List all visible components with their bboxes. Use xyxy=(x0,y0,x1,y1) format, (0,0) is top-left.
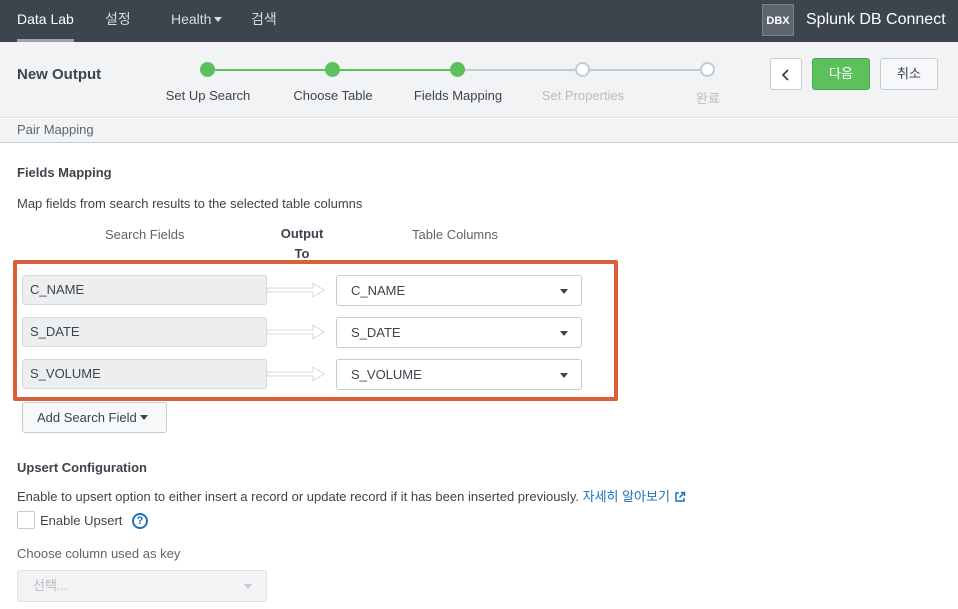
add-search-field-label: Add Search Field xyxy=(37,410,137,425)
column-header-output-to: Output To xyxy=(280,226,324,261)
back-button[interactable] xyxy=(770,58,802,90)
chevron-down-icon xyxy=(139,415,148,421)
next-button[interactable]: 다음 xyxy=(812,58,870,90)
key-column-placeholder: 선택... xyxy=(33,578,68,593)
nav-data-lab[interactable]: Data Lab xyxy=(17,0,74,42)
step-connector xyxy=(333,69,458,71)
step-label-complete: 완료 xyxy=(696,91,720,106)
step-dot-set-properties xyxy=(575,62,590,77)
enable-upsert-label: Enable Upsert xyxy=(40,513,123,528)
step-label-fields-mapping: Fields Mapping xyxy=(413,88,503,103)
fields-mapping-title: Fields Mapping xyxy=(17,165,112,180)
external-link-icon xyxy=(675,491,686,502)
step-connector xyxy=(583,69,708,71)
nav-search[interactable]: 검색 xyxy=(251,0,277,42)
add-search-field-button[interactable]: Add Search Field xyxy=(22,402,167,433)
key-column-label: Choose column used as key xyxy=(17,546,181,561)
cancel-button[interactable]: 취소 xyxy=(880,58,938,90)
step-dot-fields-mapping xyxy=(450,62,465,77)
search-field-c-name: C_NAME xyxy=(22,275,267,305)
table-column-select[interactable]: C_NAME xyxy=(336,275,582,306)
nav-health-label: Health xyxy=(171,11,212,27)
table-column-select-value: S_VOLUME xyxy=(351,367,422,382)
search-field-s-date: S_DATE xyxy=(22,317,267,347)
step-label-choose-table: Choose Table xyxy=(293,88,373,103)
table-column-select-value: S_DATE xyxy=(351,325,401,340)
upsert-description-line: Enable to upsert option to either insert… xyxy=(17,486,686,505)
subheader-label: Pair Mapping xyxy=(17,122,94,137)
column-header-search-fields: Search Fields xyxy=(105,227,185,242)
step-label-set-up-search: Set Up Search xyxy=(165,88,251,103)
help-icon[interactable]: ? xyxy=(132,513,148,529)
nav-health[interactable]: Health xyxy=(171,0,223,42)
table-column-select[interactable]: S_VOLUME xyxy=(336,359,582,390)
learn-more-label: 자세히 알아보기 xyxy=(582,489,670,504)
column-header-table-columns: Table Columns xyxy=(412,227,498,242)
step-connector xyxy=(458,69,583,71)
caret-down-icon xyxy=(244,584,252,589)
key-column-select[interactable]: 선택... xyxy=(17,570,267,602)
chevron-left-icon xyxy=(781,68,789,81)
table-column-select[interactable]: S_DATE xyxy=(336,317,582,348)
top-nav: Data Lab 설정 Health 검색 DBX Splunk DB Conn… xyxy=(0,0,958,42)
fields-mapping-description: Map fields from search results to the se… xyxy=(17,196,363,211)
upsert-description: Enable to upsert option to either insert… xyxy=(17,489,579,504)
enable-upsert-checkbox[interactable] xyxy=(17,511,35,529)
app-name: Splunk DB Connect xyxy=(806,11,946,28)
chevron-down-icon xyxy=(214,16,223,22)
step-connector xyxy=(208,69,333,71)
step-dot-complete xyxy=(700,62,715,77)
search-field-s-volume: S_VOLUME xyxy=(22,359,267,389)
caret-down-icon xyxy=(560,373,568,378)
upsert-title: Upsert Configuration xyxy=(17,460,147,475)
nav-settings[interactable]: 설정 xyxy=(105,0,131,42)
caret-down-icon xyxy=(560,289,568,294)
app-logo: DBX xyxy=(762,4,794,36)
arrow-right-icon xyxy=(267,282,325,298)
subheader: Pair Mapping xyxy=(0,119,958,143)
arrow-right-icon xyxy=(267,324,325,340)
step-label-set-properties: Set Properties xyxy=(541,88,625,103)
learn-more-link[interactable]: 자세히 알아보기 xyxy=(583,489,686,504)
wizard-header: New Output Set Up Search Choose Table Fi… xyxy=(0,42,958,118)
step-dot-choose-table xyxy=(325,62,340,77)
step-dot-set-up-search xyxy=(200,62,215,77)
caret-down-icon xyxy=(560,331,568,336)
arrow-right-icon xyxy=(267,366,325,382)
table-column-select-value: C_NAME xyxy=(351,283,406,298)
